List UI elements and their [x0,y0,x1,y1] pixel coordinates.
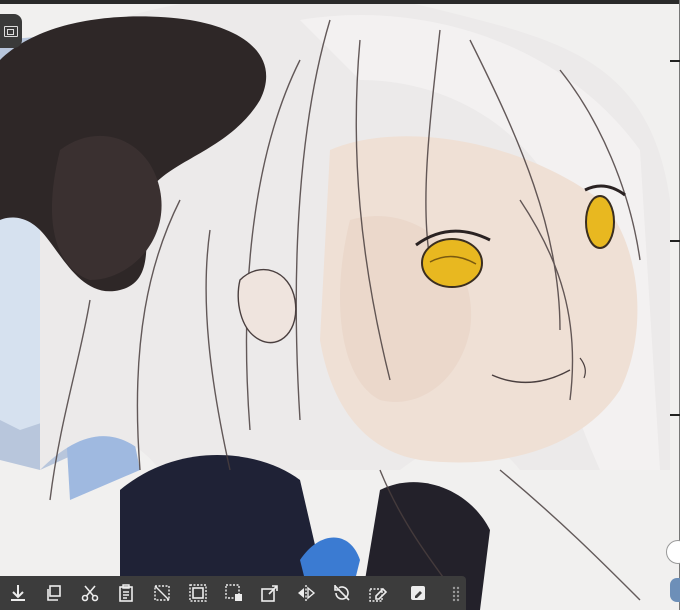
ruler-tick [670,240,680,242]
select-layer-button[interactable] [216,576,252,610]
ruler-tick [670,60,680,62]
transform-button[interactable] [252,576,288,610]
invert-selection-button[interactable] [180,576,216,610]
flip-icon [298,585,316,601]
ruler-rail [668,0,680,610]
cut-button[interactable] [72,576,108,610]
more-options-button[interactable] [440,576,476,610]
select-layer-icon [225,584,242,601]
more-grid-icon [452,586,460,602]
download-button[interactable] [0,576,36,610]
top-edge-bar [0,0,680,4]
clear-icon [154,585,170,601]
transform-icon [261,585,278,602]
edit-selection-icon [369,587,388,602]
paste-button[interactable] [108,576,144,610]
cut-icon [81,585,99,602]
copy-button[interactable] [36,576,72,610]
download-icon [11,585,25,601]
ruler-tick [670,414,680,416]
layer-toggle-button[interactable] [0,14,22,48]
quick-mask-icon [411,586,425,600]
rotate-button[interactable] [324,576,360,610]
quick-mask-button[interactable] [400,576,436,610]
edit-selection-button[interactable] [360,576,396,610]
color-swatch-handle[interactable] [670,578,680,602]
invert-selection-icon [189,584,207,602]
paste-icon [119,584,133,602]
rotate-off-icon [334,585,350,601]
selection-toolbar [0,576,466,610]
drawing-canvas[interactable] [0,0,680,610]
flip-button[interactable] [288,576,324,610]
copy-icon [47,585,61,601]
clear-button[interactable] [144,576,180,610]
window-icon [4,25,18,37]
